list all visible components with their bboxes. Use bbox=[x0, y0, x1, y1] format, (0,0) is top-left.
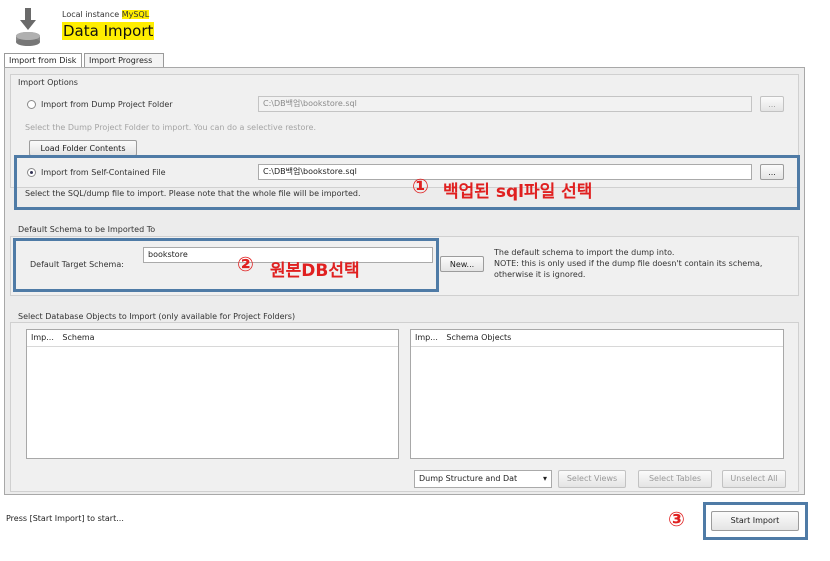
schema-note-line-1: The default schema to import the dump in… bbox=[494, 248, 675, 257]
dump-folder-hint: Select the Dump Project Folder to import… bbox=[25, 123, 317, 132]
schema-list-header: Imp... Schema bbox=[27, 330, 398, 347]
import-options-label: Import Options bbox=[18, 78, 78, 87]
dump-structure-select[interactable]: Dump Structure and Dat ▾ bbox=[414, 470, 552, 488]
start-import-button[interactable]: Start Import bbox=[711, 511, 799, 531]
dropdown-arrow-icon: ▾ bbox=[542, 474, 547, 483]
connection-subtitle: Local instance MySQL bbox=[62, 10, 150, 19]
schema-objects-list-header: Imp... Schema Objects bbox=[411, 330, 783, 347]
annotation-number-2: ② bbox=[237, 252, 254, 276]
schema-list-col-schema: Schema bbox=[62, 333, 95, 342]
annotation-text-1: 백업된 sql파일 선택 bbox=[443, 182, 593, 202]
schema-note-line-3: otherwise it is ignored. bbox=[494, 270, 586, 279]
schema-objects-list[interactable]: Imp... Schema Objects bbox=[410, 329, 784, 459]
annotation-number-3: ③ bbox=[668, 507, 685, 531]
schema-list[interactable]: Imp... Schema bbox=[26, 329, 399, 459]
objects-list-col-import: Imp... bbox=[415, 333, 438, 342]
tab-import-from-disk[interactable]: Import from Disk bbox=[4, 53, 82, 68]
schema-note-line-2: NOTE: this is only used if the dump file… bbox=[494, 259, 763, 268]
schema-list-col-import: Imp... bbox=[31, 333, 54, 342]
objects-list-col-objects: Schema Objects bbox=[446, 333, 512, 342]
select-views-button[interactable]: Select Views bbox=[558, 470, 626, 488]
annotation-number-1: ① bbox=[412, 174, 429, 198]
status-text: Press [Start Import] to start... bbox=[6, 514, 124, 523]
new-schema-button[interactable]: New... bbox=[440, 256, 484, 272]
dump-folder-radio[interactable] bbox=[27, 100, 36, 109]
page-title: Data Import bbox=[62, 22, 155, 40]
annotation-text-2: 원본DB선택 bbox=[270, 261, 360, 281]
subtitle-highlight: MySQL bbox=[121, 10, 150, 19]
dump-folder-browse-button[interactable]: ... bbox=[760, 96, 784, 112]
load-folder-contents-button[interactable]: Load Folder Contents bbox=[29, 140, 137, 156]
unselect-all-button[interactable]: Unselect All bbox=[722, 470, 786, 488]
annotation-box-2 bbox=[13, 238, 439, 292]
objects-group-label: Select Database Objects to Import (only … bbox=[18, 312, 296, 321]
tab-import-progress[interactable]: Import Progress bbox=[84, 53, 164, 67]
default-schema-label: Default Schema to be Imported To bbox=[18, 225, 156, 234]
dump-folder-label: Import from Dump Project Folder bbox=[41, 100, 173, 109]
annotation-box-1 bbox=[14, 155, 800, 210]
dump-folder-path-input[interactable]: C:\DB백업\bookstore.sql bbox=[258, 96, 752, 112]
window-header: Local instance MySQL Data Import bbox=[0, 0, 830, 52]
database-import-icon bbox=[16, 8, 40, 46]
select-tables-button[interactable]: Select Tables bbox=[638, 470, 712, 488]
